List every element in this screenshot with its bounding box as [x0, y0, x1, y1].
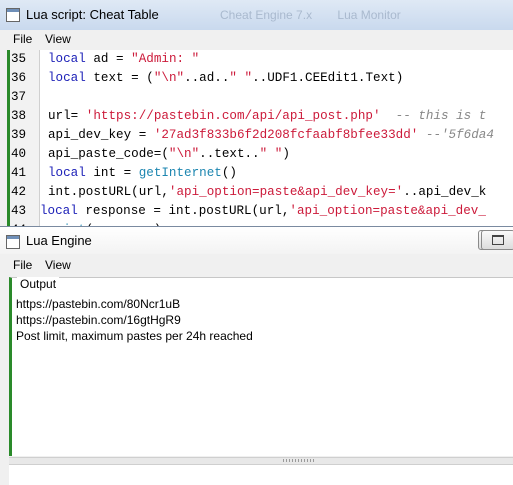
- grip-icon: [283, 459, 315, 462]
- code-token: api_dev_key =: [48, 128, 154, 142]
- ghost-title-part: Lua Monitor: [337, 8, 401, 22]
- lua-script-window: Lua script: Cheat Table Cheat Engine 7.x…: [0, 0, 513, 230]
- line-number: 35: [11, 52, 27, 66]
- script-menubar: File View: [0, 30, 513, 50]
- code-token: ..UDF1.CEEdit1.Text): [252, 71, 404, 85]
- line-number: 41: [11, 166, 27, 180]
- output-line: https://pastebin.com/80Ncr1uB: [16, 297, 181, 311]
- code-editor[interactable]: 35 local ad = "Admin: " 36 local text = ("\…: [7, 50, 513, 230]
- code-line: 40 api_paste_code=("\n"..text.." "): [10, 145, 513, 164]
- engine-window-title: Lua Engine: [26, 233, 92, 248]
- code-token: "Admin: ": [131, 52, 200, 66]
- lua-engine-window: Lua Engine File View Output https://past…: [0, 226, 513, 485]
- code-text: api_paste_code=("\n"..text.." "): [48, 145, 290, 164]
- code-token: int =: [85, 166, 139, 180]
- line-number: 43: [11, 204, 27, 218]
- line-number: 37: [11, 90, 27, 104]
- code-token: " ": [259, 147, 283, 161]
- menu-view[interactable]: View: [45, 258, 71, 272]
- engine-titlebar[interactable]: Lua Engine: [0, 227, 513, 255]
- code-token: text = (: [85, 71, 154, 85]
- code-token: 'https://pastebin.com/api/api_post.php': [85, 109, 381, 123]
- code-token: ad =: [85, 52, 132, 66]
- menu-file[interactable]: File: [13, 32, 32, 46]
- window-icon: [6, 235, 20, 249]
- code-token: local: [48, 52, 86, 66]
- code-token: " ": [229, 71, 253, 85]
- code-text: url= 'https://pastebin.com/api/api_post.…: [48, 107, 486, 126]
- code-token: local: [40, 204, 78, 218]
- line-number: 38: [11, 109, 27, 123]
- code-line: 36 local text = ("\n"..ad.." "..UDF1.CEEd…: [10, 69, 513, 88]
- code-token: url=: [48, 109, 86, 123]
- script-input-area[interactable]: [9, 464, 513, 485]
- output-label: Output: [17, 277, 60, 291]
- code-token: (): [221, 166, 237, 180]
- line-number: 36: [11, 71, 27, 85]
- code-text: local int = getInternet(): [48, 164, 237, 183]
- code-token: --'5f6da4: [418, 128, 494, 142]
- code-token: ): [282, 147, 290, 161]
- code-text: int.postURL(url,'api_option=paste&api_de…: [48, 183, 486, 202]
- code-token: -- this is t: [380, 109, 487, 123]
- output-line: https://pastebin.com/16gtHgR9: [16, 313, 181, 327]
- maximize-button[interactable]: [481, 230, 513, 250]
- code-text: local response = int.postURL(url,'api_op…: [40, 202, 486, 221]
- script-titlebar[interactable]: Lua script: Cheat Table Cheat Engine 7.x…: [0, 0, 513, 31]
- code-line: 43 local response = int.postURL(url,'api_…: [10, 202, 513, 221]
- code-text: local ad = "Admin: ": [48, 50, 199, 69]
- code-line: 38 url= 'https://pastebin.com/api/api_pos…: [10, 107, 513, 126]
- ghost-title-part: Cheat Engine 7.x: [220, 8, 313, 22]
- code-token: getInternet: [138, 166, 222, 180]
- code-token: local: [48, 71, 86, 85]
- splitter-handle[interactable]: [9, 457, 513, 464]
- engine-menubar: File View: [0, 254, 513, 274]
- script-window-title: Lua script: Cheat Table: [26, 7, 159, 22]
- line-number: 42: [11, 185, 27, 199]
- menu-file[interactable]: File: [13, 258, 32, 272]
- code-text: api_dev_key = '27ad3f833b6f2d208fcfaabf8…: [48, 126, 494, 145]
- window-icon: [6, 8, 20, 22]
- code-token: ..text..: [199, 147, 260, 161]
- code-text: local text = ("\n"..ad.." "..UDF1.CEEdit…: [48, 69, 403, 88]
- line-number: 39: [11, 128, 27, 142]
- menu-view[interactable]: View: [45, 32, 71, 46]
- code-token: "\n": [168, 147, 200, 161]
- code-token: 'api_option=paste&api_dev_: [289, 204, 486, 218]
- code-line: 42 int.postURL(url,'api_option=paste&api_…: [10, 183, 513, 202]
- code-line: 41 local int = getInternet(): [10, 164, 513, 183]
- code-token: api_paste_code=(: [48, 147, 169, 161]
- code-token: int.postURL(url,: [48, 185, 169, 199]
- line-number: 40: [11, 147, 27, 161]
- code-token: '27ad3f833b6f2d208fcfaabf8bfee33dd': [153, 128, 419, 142]
- code-token: response = int.postURL(url,: [77, 204, 290, 218]
- output-line: Post limit, maximum pastes per 24h reach…: [16, 329, 253, 343]
- code-token: ..api_dev_k: [403, 185, 487, 199]
- code-line: 37: [10, 88, 513, 107]
- ghost-title: Cheat Engine 7.x Lua Monitor: [220, 8, 423, 22]
- code-line: 39 api_dev_key = '27ad3f833b6f2d208fcfaab…: [10, 126, 513, 145]
- output-panel[interactable]: Output https://pastebin.com/80Ncr1uB htt…: [9, 277, 513, 456]
- code-token: local: [48, 166, 86, 180]
- code-token: "\n": [153, 71, 185, 85]
- code-token: 'api_option=paste&api_dev_key=': [168, 185, 404, 199]
- code-token: ..ad..: [184, 71, 230, 85]
- code-line: 35 local ad = "Admin: ": [10, 50, 513, 69]
